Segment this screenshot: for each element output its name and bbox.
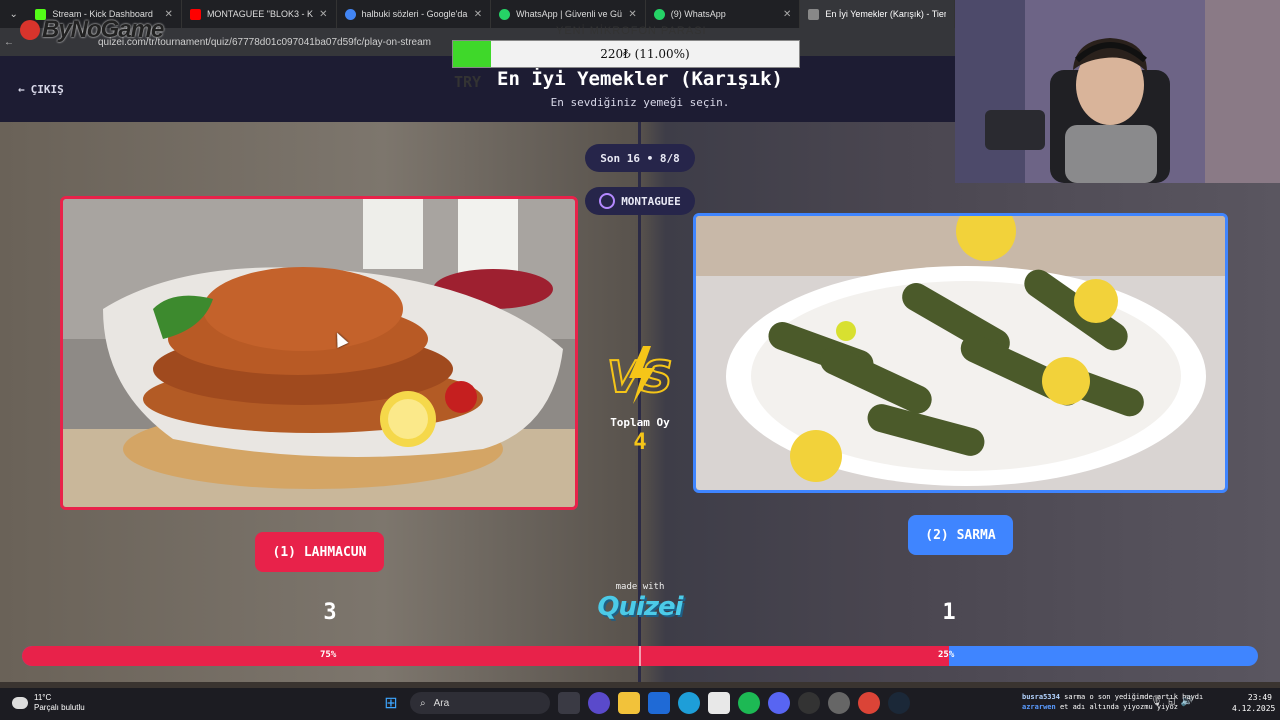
quizei-icon [808, 8, 820, 20]
vote-count-left: 3 [323, 600, 337, 625]
vote-share-left [22, 646, 949, 666]
settings-gear-icon[interactable] [828, 692, 850, 714]
donation-goal-text: 220₺ (11.00%) [600, 47, 690, 61]
lahmacun-image [63, 199, 575, 507]
discord-icon[interactable] [768, 692, 790, 714]
user-badge: MONTAGUEE [585, 187, 695, 215]
browser-tab[interactable]: halbuki sözleri - Google'da Ara✕ [337, 0, 492, 28]
back-arrow-icon[interactable]: ← [0, 37, 18, 48]
temperature: 11°C [34, 693, 52, 702]
donation-goal-title: YENİ MİKROFON PARASI [556, 25, 707, 37]
steam-icon[interactable] [888, 692, 910, 714]
windows-start-icon[interactable]: ⊞ [380, 692, 402, 714]
logo-mark-icon [20, 20, 40, 40]
task-view-icon[interactable] [558, 692, 580, 714]
quizei-logo: Quizei [597, 592, 683, 622]
volume-icon[interactable]: 🔊 [1181, 696, 1193, 707]
user-avatar-icon [599, 193, 616, 209]
close-tab-icon[interactable]: ✕ [628, 9, 636, 20]
network-icon[interactable]: ◱ [1169, 696, 1175, 707]
browser-tab-active[interactable]: En İyi Yemekler (Karışık) - Tier L [800, 0, 955, 28]
whatsapp-icon [653, 8, 665, 20]
made-with-label: made with [615, 582, 665, 592]
copilot-icon[interactable] [588, 692, 610, 714]
vote-share-bar [22, 646, 1258, 666]
edge-icon[interactable] [678, 692, 700, 714]
vote-percent-right: 25% [938, 650, 955, 660]
round-indicator: Son 16 • 8/8 [585, 144, 695, 172]
close-tab-icon[interactable]: ✕ [165, 9, 173, 20]
taskbar-search[interactable]: ⌕ Ara [410, 692, 550, 714]
vote-count-right: 1 [942, 600, 956, 625]
donation-goal-fill [453, 41, 491, 67]
cloud-icon [12, 697, 28, 709]
browser-tab[interactable]: MONTAGUEE "BLOK3 - KUSURA✕ [182, 0, 337, 28]
browser-tab[interactable]: WhatsApp | Güvenli ve Güvenilir✕ [491, 0, 646, 28]
youtube-icon [189, 8, 201, 20]
mic-icon[interactable]: 🎙 [1150, 696, 1163, 707]
vote-percent-left: 75% [320, 650, 337, 660]
total-votes-value: 4 [633, 430, 647, 455]
close-tab-icon[interactable]: ✕ [474, 9, 482, 20]
bynogame-logo: ByNoGame [20, 16, 164, 44]
choice-button-sarma[interactable]: (2) SARMA [908, 515, 1013, 555]
system-clock[interactable]: 23:49 4.12.2025 [1232, 692, 1275, 714]
taskbar-apps: ⊞ ⌕ Ara [380, 692, 910, 714]
search-icon: ⌕ [420, 697, 426, 709]
spotify-icon[interactable] [738, 692, 760, 714]
total-votes-label: Toplam Oy [610, 416, 670, 429]
system-tray: 🎙 ◱ 🔊 [1150, 696, 1193, 707]
chrome-icon[interactable] [858, 692, 880, 714]
vs-icon: VS [606, 346, 674, 404]
vote-share-midline [639, 646, 641, 666]
weather-widget[interactable]: 11°C Parçalı bulutlu [12, 693, 85, 713]
store-icon[interactable] [708, 692, 730, 714]
browser-tab[interactable]: (9) WhatsApp ✕ [646, 0, 801, 28]
streamer-camera-image [955, 0, 1280, 183]
obs-icon[interactable] [798, 692, 820, 714]
webcam-feed [955, 0, 1280, 183]
close-tab-icon[interactable]: ✕ [783, 9, 791, 20]
google-icon [344, 8, 356, 20]
weather-condition: Parçalı bulutlu [34, 703, 85, 712]
donation-goal-bar: 220₺ (11.00%) [452, 40, 800, 68]
choice-button-lahmacun[interactable]: (1) LAHMACUN [255, 532, 384, 572]
close-tab-icon[interactable]: ✕ [319, 9, 327, 20]
file-explorer-icon[interactable] [618, 692, 640, 714]
whatsapp-icon [499, 8, 511, 20]
outlook-icon[interactable] [648, 692, 670, 714]
choice-card-lahmacun[interactable] [60, 196, 578, 510]
